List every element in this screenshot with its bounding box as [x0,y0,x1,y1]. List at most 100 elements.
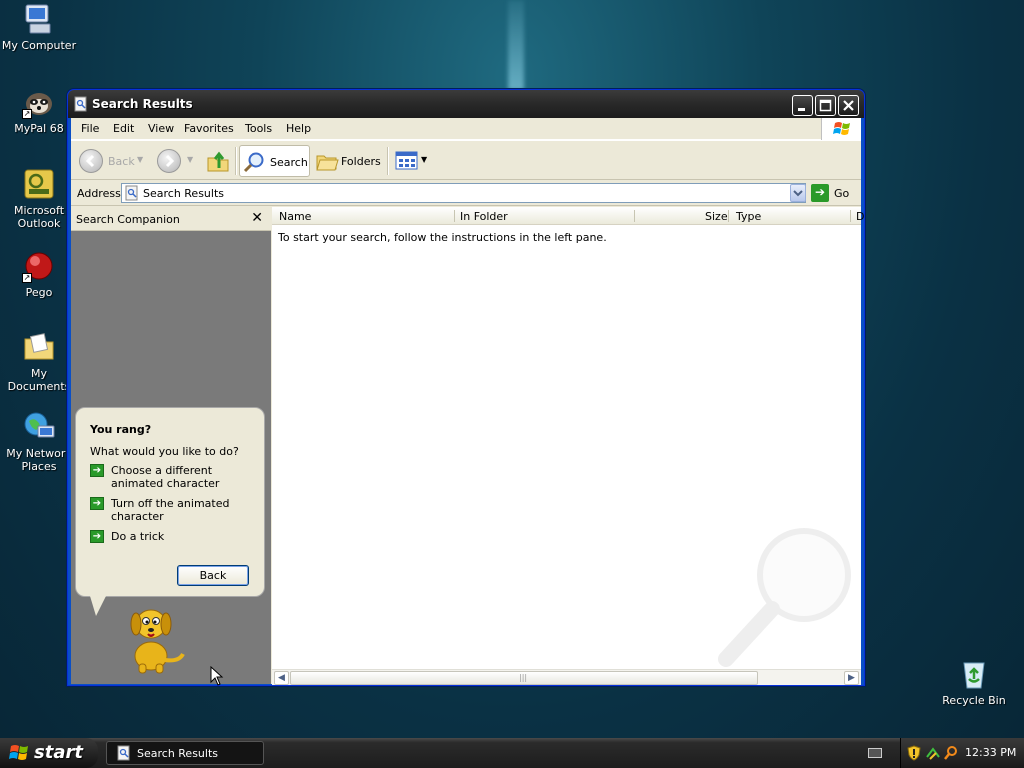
window-title: Search Results [92,97,193,111]
bubble-heading: You rang? [90,423,152,436]
chevron-down-icon[interactable]: ▼ [187,155,193,164]
column-divider[interactable] [454,210,455,222]
shortcut-arrow-icon: ↗ [22,109,32,119]
menu-edit[interactable]: Edit [113,122,134,135]
search-dog-character[interactable] [121,602,189,674]
forward-button[interactable]: ▼ [155,145,195,177]
column-header-name[interactable]: Name [279,210,311,223]
menu-help[interactable]: Help [286,122,311,135]
bubble-prompt: What would you like to do? [90,445,239,458]
keyboard-icon[interactable] [868,748,882,758]
desktop-icon-recycle-bin[interactable]: Recycle Bin [935,657,1013,707]
taskbar-item-search-results[interactable]: Search Results [106,741,264,765]
up-folder-icon [207,151,229,172]
column-divider[interactable] [728,210,729,222]
menu-view[interactable]: View [148,122,174,135]
network-icon[interactable] [925,745,941,761]
search-document-icon [125,185,138,201]
shortcut-arrow-icon: ↗ [22,273,32,283]
grip-icon: ||| [519,673,528,682]
back-arrow-icon [79,149,103,173]
back-button[interactable]: Back ▼ [77,145,147,177]
search-companion-header: Search Companion ✕ [71,207,271,231]
folders-label: Folders [341,155,381,168]
close-pane-icon[interactable]: ✕ [251,210,263,226]
green-arrow-icon: ➔ [90,530,104,543]
column-header-type[interactable]: Type [736,210,761,223]
start-label: start [34,742,83,763]
toolbar-separator [235,147,236,175]
desktop-icon-label: My Computer [1,39,77,52]
windows-logo-icon [9,745,28,760]
search-button[interactable]: Search [239,145,310,177]
scroll-thumb[interactable]: ||| [290,671,758,685]
recycle-bin-icon [957,657,991,691]
option-label: Turn off the animated character [111,497,230,523]
bubble-tail [90,596,106,616]
search-results-list: Name In Folder Size Type D To start your… [272,207,864,685]
chevron-down-icon: ▼ [421,155,428,164]
taskbar: start Search Results 12:33 PM [0,738,1024,768]
standard-toolbar: Back ▼ ▼ Search Folders ▼ [71,140,861,180]
outlook-icon [22,167,56,201]
window-body: File Edit View Favorites Tools Help Back… [71,118,864,685]
search-companion-pane: Search Companion ✕ You rang? What would … [71,207,271,684]
search-results-window: Search Results File Edit View Favorites … [67,89,865,686]
start-button[interactable]: start [0,738,98,768]
green-arrow-icon: ➔ [90,497,104,510]
scroll-right-button[interactable]: ▶ [844,671,859,685]
scroll-left-button[interactable]: ◀ [274,671,289,685]
desktop-icon-my-computer[interactable]: My Computer [0,2,78,52]
column-header-date[interactable]: D [856,210,864,223]
up-folder-button[interactable] [203,145,231,177]
option-label: Do a trick [111,530,165,543]
address-value: Search Results [143,187,225,200]
address-input[interactable]: Search Results [121,183,806,203]
address-dropdown-button[interactable] [790,184,806,202]
chevron-down-icon [793,190,803,197]
address-label: Address [77,187,121,200]
empty-results-message: To start your search, follow the instruc… [278,231,607,244]
taskbar-item-label: Search Results [137,747,219,760]
menu-file[interactable]: File [81,122,99,135]
network-globe-icon [22,410,56,444]
column-divider[interactable] [850,210,851,222]
views-button[interactable]: ▼ [393,145,431,177]
folder-documents-icon [22,330,56,364]
folders-button[interactable]: Folders [313,145,383,177]
menu-bar: File Edit View Favorites Tools Help [71,118,861,140]
go-button[interactable]: ➔ Go [811,183,856,203]
close-button[interactable] [838,95,859,116]
title-bar[interactable]: Search Results [68,90,864,118]
column-divider[interactable] [634,210,635,222]
column-header-row: Name In Folder Size Type D [272,207,864,225]
document-icon [117,745,130,761]
column-header-size[interactable]: Size [705,210,728,223]
option-label: Choose a different animated character [111,464,220,490]
maximize-button[interactable] [815,95,836,116]
search-label: Search [270,156,308,169]
column-header-in-folder[interactable]: In Folder [460,210,508,223]
assistant-speech-bubble: You rang? What would you like to do? ➔ C… [75,407,265,616]
clock[interactable]: 12:33 PM [965,746,1016,759]
system-tray: 12:33 PM [900,738,1024,768]
chevron-down-icon[interactable]: ▼ [137,155,143,164]
green-arrow-icon: ➔ [90,464,104,477]
menu-favorites[interactable]: Favorites [184,122,234,135]
menu-tools[interactable]: Tools [245,122,272,135]
views-grid-icon [395,151,418,170]
raccoon-icon: ↗ [22,85,56,119]
mouse-cursor-icon [210,666,224,686]
back-label: Back [108,155,135,168]
desktop-icon-label: Recycle Bin [942,694,1006,707]
horizontal-scrollbar[interactable]: ◀ ||| ▶ [272,669,861,685]
search-tray-icon[interactable] [943,745,959,761]
security-shield-icon[interactable] [907,745,921,761]
search-icon [243,152,264,173]
computer-icon [22,2,56,36]
go-label: Go [834,187,850,200]
minimize-button[interactable] [792,95,813,116]
folders-icon [316,155,339,171]
forward-arrow-icon [157,149,181,173]
bubble-back-button[interactable]: Back [177,565,249,586]
